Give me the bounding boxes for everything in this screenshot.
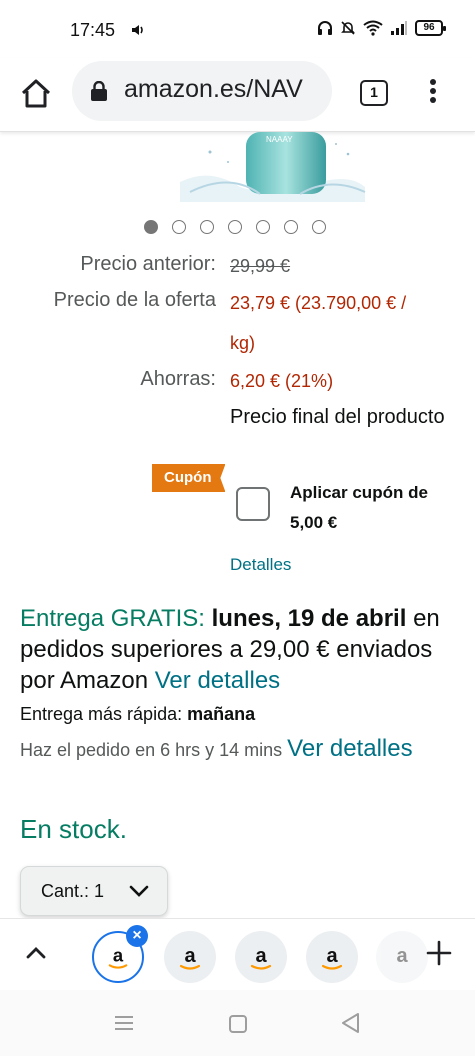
carousel-dot[interactable] bbox=[200, 220, 214, 234]
apply-coupon-label[interactable]: Aplicar cupón de 5,00 € bbox=[290, 478, 460, 538]
amazon-letter: a bbox=[255, 945, 267, 967]
headphones-icon bbox=[318, 21, 332, 35]
close-tab-icon[interactable]: × bbox=[126, 925, 148, 947]
amazon-letter: a bbox=[396, 945, 408, 967]
battery-level: 96 bbox=[423, 22, 435, 33]
recent-apps-icon[interactable] bbox=[114, 1014, 134, 1032]
delivery-info: Entrega GRATIS: lunes, 19 de abril en pe… bbox=[20, 603, 460, 696]
fast-delivery: Entrega más rápida: mañana bbox=[20, 704, 255, 725]
savings-value: 6,20 € (21%) bbox=[230, 371, 334, 391]
delivery-details-link[interactable]: Ver detalles bbox=[155, 667, 280, 694]
back-nav-icon[interactable] bbox=[340, 1012, 360, 1034]
url-bar[interactable]: amazon.es/NAV bbox=[72, 61, 332, 121]
lock-icon bbox=[91, 81, 107, 101]
amazon-letter: a bbox=[113, 945, 124, 966]
offer-price-label: Precio de la oferta bbox=[53, 289, 216, 311]
order-details-link[interactable]: Ver detalles bbox=[287, 735, 412, 762]
chevron-up-icon[interactable] bbox=[24, 945, 48, 961]
signal-icon bbox=[391, 21, 407, 35]
tab-strip: a × a a a a bbox=[0, 918, 475, 990]
mute-bell-icon bbox=[341, 21, 355, 35]
carousel-dot[interactable] bbox=[256, 220, 270, 234]
previous-price-value: 29,99 € bbox=[230, 256, 290, 277]
amazon-logo-icon: a bbox=[179, 945, 201, 970]
previous-price: 29,99 € bbox=[230, 256, 291, 276]
browser-toolbar: amazon.es/NAV 1 bbox=[0, 58, 475, 132]
coupon-checkbox[interactable] bbox=[236, 487, 270, 521]
amazon-letter: a bbox=[326, 945, 338, 967]
home-nav-icon[interactable] bbox=[229, 1015, 247, 1033]
status-time: 17:45 bbox=[70, 20, 116, 40]
volume-icon bbox=[132, 25, 143, 35]
final-price-note: Precio final del producto bbox=[230, 406, 445, 428]
offer-price-value: 23,79 € (23.790,00 € / bbox=[230, 293, 407, 313]
svg-text:NAAAY: NAAAY bbox=[266, 135, 293, 144]
carousel-dot[interactable] bbox=[312, 220, 326, 234]
savings-label: Ahorras: bbox=[140, 368, 216, 390]
battery-icon: 96 bbox=[415, 20, 446, 36]
amazon-logo-icon: a bbox=[396, 945, 408, 967]
overflow-menu-icon[interactable] bbox=[424, 76, 442, 112]
carousel-dot[interactable] bbox=[144, 220, 158, 234]
coupon-badge: Cupón bbox=[152, 464, 226, 492]
quantity-value: 1 bbox=[94, 881, 105, 901]
amazon-logo-icon: a bbox=[250, 945, 272, 970]
new-tab-plus-icon[interactable] bbox=[426, 940, 452, 966]
status-bar: 17:45 96 bbox=[0, 0, 475, 58]
amazon-letter: a bbox=[184, 945, 196, 967]
image-carousel-dots bbox=[144, 220, 326, 234]
url-text: amazon.es/NAV bbox=[124, 75, 303, 103]
home-icon[interactable] bbox=[18, 76, 54, 112]
chevron-down-icon bbox=[129, 885, 149, 897]
quantity-select[interactable]: Cant.: 1 bbox=[20, 866, 168, 916]
tab-amazon-5-partial[interactable]: a bbox=[376, 931, 428, 983]
wifi-icon bbox=[363, 20, 383, 36]
coupon-details-link[interactable]: Detalles bbox=[230, 555, 291, 575]
fast-delivery-date: mañana bbox=[187, 704, 256, 724]
free-delivery-label: Entrega GRATIS: bbox=[20, 605, 205, 632]
quantity-label: Cant.: bbox=[41, 881, 90, 901]
fast-delivery-label: Entrega más rápida: bbox=[20, 704, 183, 724]
carousel-dot[interactable] bbox=[172, 220, 186, 234]
delivery-date: lunes, 19 de abril bbox=[211, 605, 407, 632]
tab-switcher-button[interactable]: 1 bbox=[360, 80, 388, 106]
previous-price-label: Precio anterior: bbox=[80, 253, 216, 275]
carousel-dot[interactable] bbox=[284, 220, 298, 234]
system-nav-bar bbox=[0, 990, 475, 1056]
order-countdown-text: Haz el pedido en 6 hrs y 14 mins bbox=[20, 740, 283, 760]
amazon-logo-icon: a bbox=[321, 945, 343, 970]
tab-amazon-2[interactable]: a bbox=[164, 931, 216, 983]
product-image[interactable]: NAAAY bbox=[170, 132, 370, 202]
order-countdown: Haz el pedido en 6 hrs y 14 mins Ver det… bbox=[20, 734, 460, 765]
tab-amazon-3[interactable]: a bbox=[235, 931, 287, 983]
carousel-dot[interactable] bbox=[228, 220, 242, 234]
offer-price-unit: kg) bbox=[230, 333, 256, 353]
tab-amazon-4[interactable]: a bbox=[306, 931, 358, 983]
stock-status: En stock. bbox=[20, 814, 127, 844]
